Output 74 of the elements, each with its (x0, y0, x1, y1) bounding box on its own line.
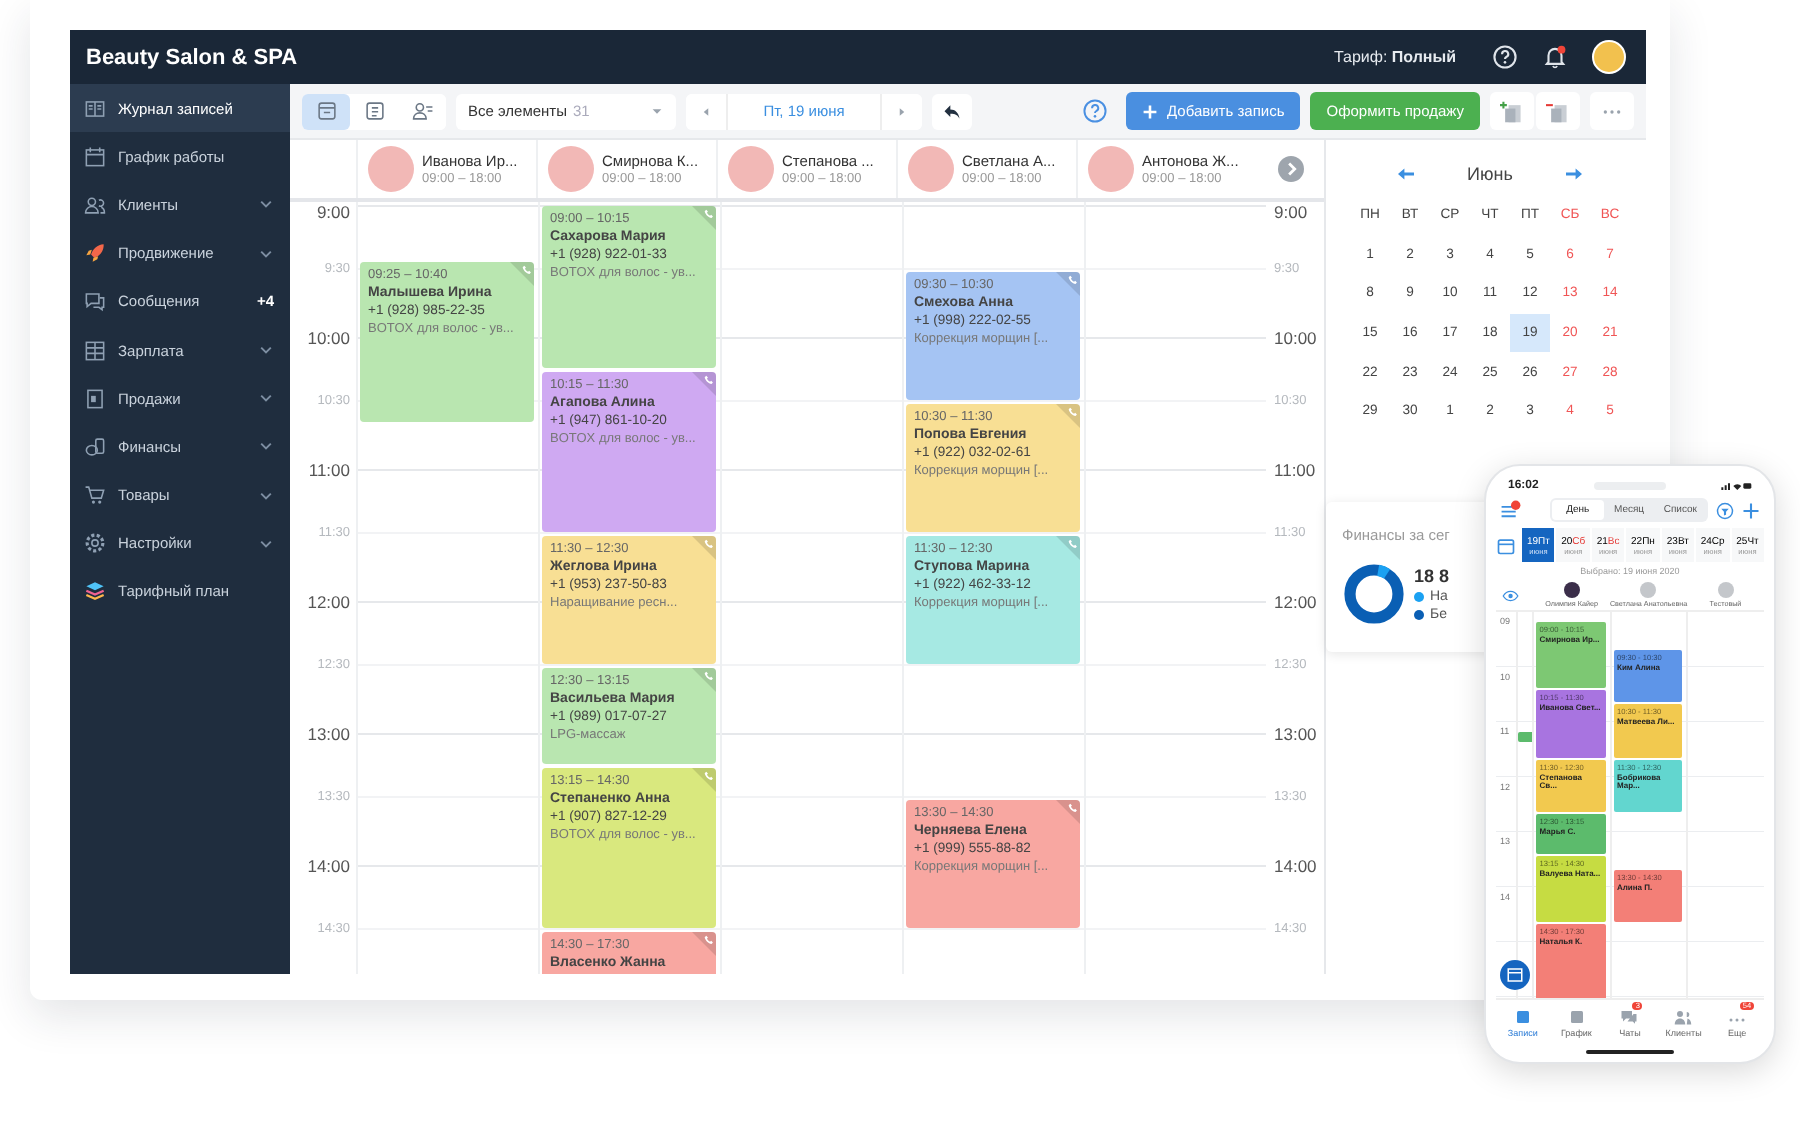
time-label: 10:00 (307, 328, 350, 348)
phone-corner-icon (692, 668, 716, 692)
time-label: 13:00 (1274, 724, 1317, 744)
avatar (1088, 146, 1134, 192)
avatar (1717, 582, 1734, 598)
time-label: 9:00 (1274, 202, 1308, 222)
cash-out-button[interactable] (1536, 92, 1580, 130)
people-icon (1674, 1007, 1693, 1025)
caret-right-icon (896, 105, 908, 117)
phone-corner-icon (692, 206, 716, 230)
donut-chart-drawing (1342, 562, 1406, 626)
cart-icon (84, 484, 106, 507)
avatar (1640, 582, 1657, 598)
time-label: 12:00 (1274, 592, 1317, 612)
plus-icon (1142, 103, 1159, 119)
time-label: 11:00 (308, 460, 350, 480)
chat-icon (1620, 1007, 1639, 1025)
plus-icon[interactable] (1742, 501, 1760, 519)
app-title: Beauty Salon & SPA (86, 45, 300, 69)
layers-icon (84, 580, 106, 603)
phone-corner-icon (1056, 272, 1080, 296)
avatar (1563, 582, 1580, 598)
calendar-view-button[interactable] (302, 93, 350, 129)
month-title: Июнь (1467, 164, 1513, 184)
time-label: 14:00 (307, 856, 350, 876)
avatar (908, 146, 954, 192)
receipt-icon (84, 387, 106, 410)
arrow-right-icon[interactable] (1564, 166, 1585, 182)
phone-corner-icon (510, 261, 534, 285)
current-time-marker (1518, 732, 1535, 742)
time-label: 11:00 (1274, 460, 1316, 480)
avatar (728, 146, 774, 192)
phone-corner-icon (692, 767, 716, 791)
user-avatar[interactable] (1592, 40, 1626, 74)
book-icon (84, 97, 106, 120)
time-label: 13:00 (307, 724, 350, 744)
phone-corner-icon (692, 371, 716, 395)
eye-icon[interactable] (1502, 587, 1520, 603)
time-label: 9:00 (316, 202, 350, 222)
status-icons (1719, 479, 1752, 491)
filter-icon[interactable] (1716, 501, 1734, 519)
calendar-button[interactable] (1500, 960, 1530, 990)
people-icon (84, 193, 106, 216)
tariff-label: Тариф: Полный (1333, 48, 1456, 66)
finance-total: 18 8 (1414, 566, 1450, 586)
undo-button[interactable] (932, 93, 972, 129)
more-icon (1602, 107, 1622, 115)
menu-icon[interactable] (1500, 500, 1522, 520)
phone-corner-icon (692, 932, 716, 956)
money-stack-icon (1500, 99, 1524, 123)
phone-corner-icon (1056, 536, 1080, 560)
rocket-icon (84, 242, 106, 265)
time-label: 12:00 (307, 592, 350, 612)
time-label: 10:00 (1274, 328, 1317, 348)
phone-corner-icon (1056, 404, 1080, 428)
undo-arrow-icon (942, 101, 962, 121)
chat-icon (84, 290, 106, 313)
avatar (548, 146, 594, 192)
money-stack-icon (1546, 99, 1570, 123)
cash-in-button[interactable] (1490, 92, 1534, 130)
phone-corner-icon (1056, 800, 1080, 824)
caret-icon (650, 104, 664, 118)
time-label: 14:00 (1274, 856, 1317, 876)
bell-icon[interactable] (1542, 44, 1568, 70)
phone-corner-icon (692, 536, 716, 560)
avatar (368, 146, 414, 192)
home-indicator (1586, 1050, 1674, 1054)
document-icon (363, 100, 385, 122)
arrow-left-icon[interactable] (1395, 166, 1416, 182)
coins-icon (84, 435, 106, 458)
next-staff-button[interactable] (1277, 156, 1303, 182)
caret-left-icon (700, 105, 712, 117)
people-icon (411, 100, 433, 122)
gear-icon (84, 532, 106, 555)
